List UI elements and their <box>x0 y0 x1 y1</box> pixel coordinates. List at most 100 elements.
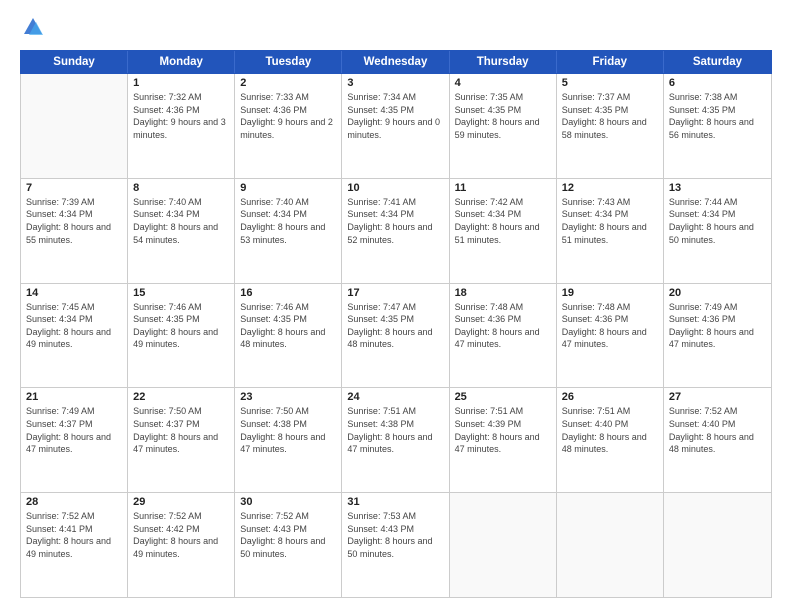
day-info: Sunrise: 7:48 AM Sunset: 4:36 PM Dayligh… <box>562 301 658 351</box>
day-info: Sunrise: 7:38 AM Sunset: 4:35 PM Dayligh… <box>669 91 766 141</box>
day-info: Sunrise: 7:51 AM Sunset: 4:40 PM Dayligh… <box>562 405 658 455</box>
calendar-cell: 20 Sunrise: 7:49 AM Sunset: 4:36 PM Dayli… <box>664 284 771 388</box>
day-info: Sunrise: 7:42 AM Sunset: 4:34 PM Dayligh… <box>455 196 551 246</box>
calendar-cell: 13Sunrise: 7:44 AM Sunset: 4:34 PM Dayli… <box>664 179 771 283</box>
calendar-cell: 14Sunrise: 7:45 AM Sunset: 4:34 PM Dayli… <box>21 284 128 388</box>
calendar-row-4: 28Sunrise: 7:52 AM Sunset: 4:41 PM Dayli… <box>21 493 771 597</box>
calendar-row-2: 14Sunrise: 7:45 AM Sunset: 4:34 PM Dayli… <box>21 284 771 389</box>
day-number: 28 <box>26 496 122 508</box>
day-info: Sunrise: 7:52 AM Sunset: 4:40 PM Dayligh… <box>669 405 766 455</box>
day-info: Sunrise: 7:46 AM Sunset: 4:35 PM Dayligh… <box>133 301 229 351</box>
calendar-cell: 22 Sunrise: 7:50 AM Sunset: 4:37 PM Dayli… <box>128 388 235 492</box>
calendar-header: SundayMondayTuesdayWednesdayThursdayFrid… <box>20 50 772 74</box>
day-info: Sunrise: 7:37 AM Sunset: 4:35 PM Dayligh… <box>562 91 658 141</box>
calendar-cell: 26 Sunrise: 7:51 AM Sunset: 4:40 PM Dayli… <box>557 388 664 492</box>
day-number: 1 <box>133 77 229 89</box>
day-number: 24 <box>347 391 443 403</box>
day-number: 25 <box>455 391 551 403</box>
calendar-cell <box>450 493 557 597</box>
calendar-cell: 12 Sunrise: 7:43 AM Sunset: 4:34 PM Dayli… <box>557 179 664 283</box>
calendar-cell <box>557 493 664 597</box>
day-number: 30 <box>240 496 336 508</box>
calendar-cell: 8 Sunrise: 7:40 AM Sunset: 4:34 PM Daylig… <box>128 179 235 283</box>
day-number: 11 <box>455 182 551 194</box>
calendar-cell <box>21 74 128 178</box>
calendar-cell: 2Sunrise: 7:33 AM Sunset: 4:36 PM Daylig… <box>235 74 342 178</box>
day-number: 31 <box>347 496 443 508</box>
calendar-row-1: 7 Sunrise: 7:39 AM Sunset: 4:34 PM Daylig… <box>21 179 771 284</box>
day-number: 22 <box>133 391 229 403</box>
day-info: Sunrise: 7:48 AM Sunset: 4:36 PM Dayligh… <box>455 301 551 351</box>
day-info: Sunrise: 7:34 AM Sunset: 4:35 PM Dayligh… <box>347 91 443 141</box>
day-number: 20 <box>669 287 766 299</box>
day-number: 23 <box>240 391 336 403</box>
day-info: Sunrise: 7:35 AM Sunset: 4:35 PM Dayligh… <box>455 91 551 141</box>
page: SundayMondayTuesdayWednesdayThursdayFrid… <box>0 0 792 612</box>
day-number: 9 <box>240 182 336 194</box>
header-day-tuesday: Tuesday <box>235 51 342 73</box>
day-info: Sunrise: 7:46 AM Sunset: 4:35 PM Dayligh… <box>240 301 336 351</box>
header-day-wednesday: Wednesday <box>342 51 449 73</box>
day-number: 2 <box>240 77 336 89</box>
calendar-cell: 3 Sunrise: 7:34 AM Sunset: 4:35 PM Daylig… <box>342 74 449 178</box>
calendar-body: 1 Sunrise: 7:32 AM Sunset: 4:36 PM Daylig… <box>20 74 772 598</box>
day-info: Sunrise: 7:44 AM Sunset: 4:34 PM Dayligh… <box>669 196 766 246</box>
day-info: Sunrise: 7:49 AM Sunset: 4:36 PM Dayligh… <box>669 301 766 351</box>
day-info: Sunrise: 7:52 AM Sunset: 4:42 PM Dayligh… <box>133 510 229 560</box>
calendar-cell: 25 Sunrise: 7:51 AM Sunset: 4:39 PM Dayli… <box>450 388 557 492</box>
day-number: 12 <box>562 182 658 194</box>
calendar: SundayMondayTuesdayWednesdayThursdayFrid… <box>20 50 772 598</box>
calendar-cell: 27 Sunrise: 7:52 AM Sunset: 4:40 PM Dayli… <box>664 388 771 492</box>
header-day-thursday: Thursday <box>450 51 557 73</box>
header <box>20 18 772 38</box>
day-number: 15 <box>133 287 229 299</box>
day-info: Sunrise: 7:32 AM Sunset: 4:36 PM Dayligh… <box>133 91 229 141</box>
calendar-cell: 29 Sunrise: 7:52 AM Sunset: 4:42 PM Dayli… <box>128 493 235 597</box>
day-info: Sunrise: 7:40 AM Sunset: 4:34 PM Dayligh… <box>133 196 229 246</box>
calendar-cell: 10Sunrise: 7:41 AM Sunset: 4:34 PM Dayli… <box>342 179 449 283</box>
day-info: Sunrise: 7:53 AM Sunset: 4:43 PM Dayligh… <box>347 510 443 560</box>
logo-icon <box>22 16 44 38</box>
day-number: 16 <box>240 287 336 299</box>
day-info: Sunrise: 7:41 AM Sunset: 4:34 PM Dayligh… <box>347 196 443 246</box>
calendar-cell: 16 Sunrise: 7:46 AM Sunset: 4:35 PM Dayli… <box>235 284 342 388</box>
calendar-cell: 11 Sunrise: 7:42 AM Sunset: 4:34 PM Dayli… <box>450 179 557 283</box>
day-number: 18 <box>455 287 551 299</box>
day-info: Sunrise: 7:40 AM Sunset: 4:34 PM Dayligh… <box>240 196 336 246</box>
day-number: 26 <box>562 391 658 403</box>
calendar-cell: 21 Sunrise: 7:49 AM Sunset: 4:37 PM Dayli… <box>21 388 128 492</box>
day-info: Sunrise: 7:39 AM Sunset: 4:34 PM Dayligh… <box>26 196 122 246</box>
calendar-cell: 15 Sunrise: 7:46 AM Sunset: 4:35 PM Dayli… <box>128 284 235 388</box>
day-info: Sunrise: 7:50 AM Sunset: 4:37 PM Dayligh… <box>133 405 229 455</box>
day-info: Sunrise: 7:49 AM Sunset: 4:37 PM Dayligh… <box>26 405 122 455</box>
day-number: 7 <box>26 182 122 194</box>
calendar-cell: 31 Sunrise: 7:53 AM Sunset: 4:43 PM Dayli… <box>342 493 449 597</box>
calendar-cell: 9 Sunrise: 7:40 AM Sunset: 4:34 PM Daylig… <box>235 179 342 283</box>
header-day-saturday: Saturday <box>664 51 771 73</box>
calendar-cell: 17Sunrise: 7:47 AM Sunset: 4:35 PM Dayli… <box>342 284 449 388</box>
day-info: Sunrise: 7:51 AM Sunset: 4:39 PM Dayligh… <box>455 405 551 455</box>
day-number: 27 <box>669 391 766 403</box>
calendar-cell: 28Sunrise: 7:52 AM Sunset: 4:41 PM Dayli… <box>21 493 128 597</box>
day-number: 29 <box>133 496 229 508</box>
calendar-cell: 7 Sunrise: 7:39 AM Sunset: 4:34 PM Daylig… <box>21 179 128 283</box>
day-number: 19 <box>562 287 658 299</box>
calendar-cell: 24Sunrise: 7:51 AM Sunset: 4:38 PM Dayli… <box>342 388 449 492</box>
calendar-cell <box>664 493 771 597</box>
day-number: 21 <box>26 391 122 403</box>
day-info: Sunrise: 7:52 AM Sunset: 4:43 PM Dayligh… <box>240 510 336 560</box>
day-info: Sunrise: 7:50 AM Sunset: 4:38 PM Dayligh… <box>240 405 336 455</box>
day-info: Sunrise: 7:45 AM Sunset: 4:34 PM Dayligh… <box>26 301 122 351</box>
day-number: 17 <box>347 287 443 299</box>
calendar-cell: 5 Sunrise: 7:37 AM Sunset: 4:35 PM Daylig… <box>557 74 664 178</box>
calendar-cell: 30 Sunrise: 7:52 AM Sunset: 4:43 PM Dayli… <box>235 493 342 597</box>
day-number: 3 <box>347 77 443 89</box>
calendar-cell: 6Sunrise: 7:38 AM Sunset: 4:35 PM Daylig… <box>664 74 771 178</box>
day-number: 8 <box>133 182 229 194</box>
day-number: 5 <box>562 77 658 89</box>
calendar-row-0: 1 Sunrise: 7:32 AM Sunset: 4:36 PM Daylig… <box>21 74 771 179</box>
calendar-cell: 23 Sunrise: 7:50 AM Sunset: 4:38 PM Dayli… <box>235 388 342 492</box>
calendar-cell: 1 Sunrise: 7:32 AM Sunset: 4:36 PM Daylig… <box>128 74 235 178</box>
day-info: Sunrise: 7:43 AM Sunset: 4:34 PM Dayligh… <box>562 196 658 246</box>
logo <box>20 18 44 38</box>
